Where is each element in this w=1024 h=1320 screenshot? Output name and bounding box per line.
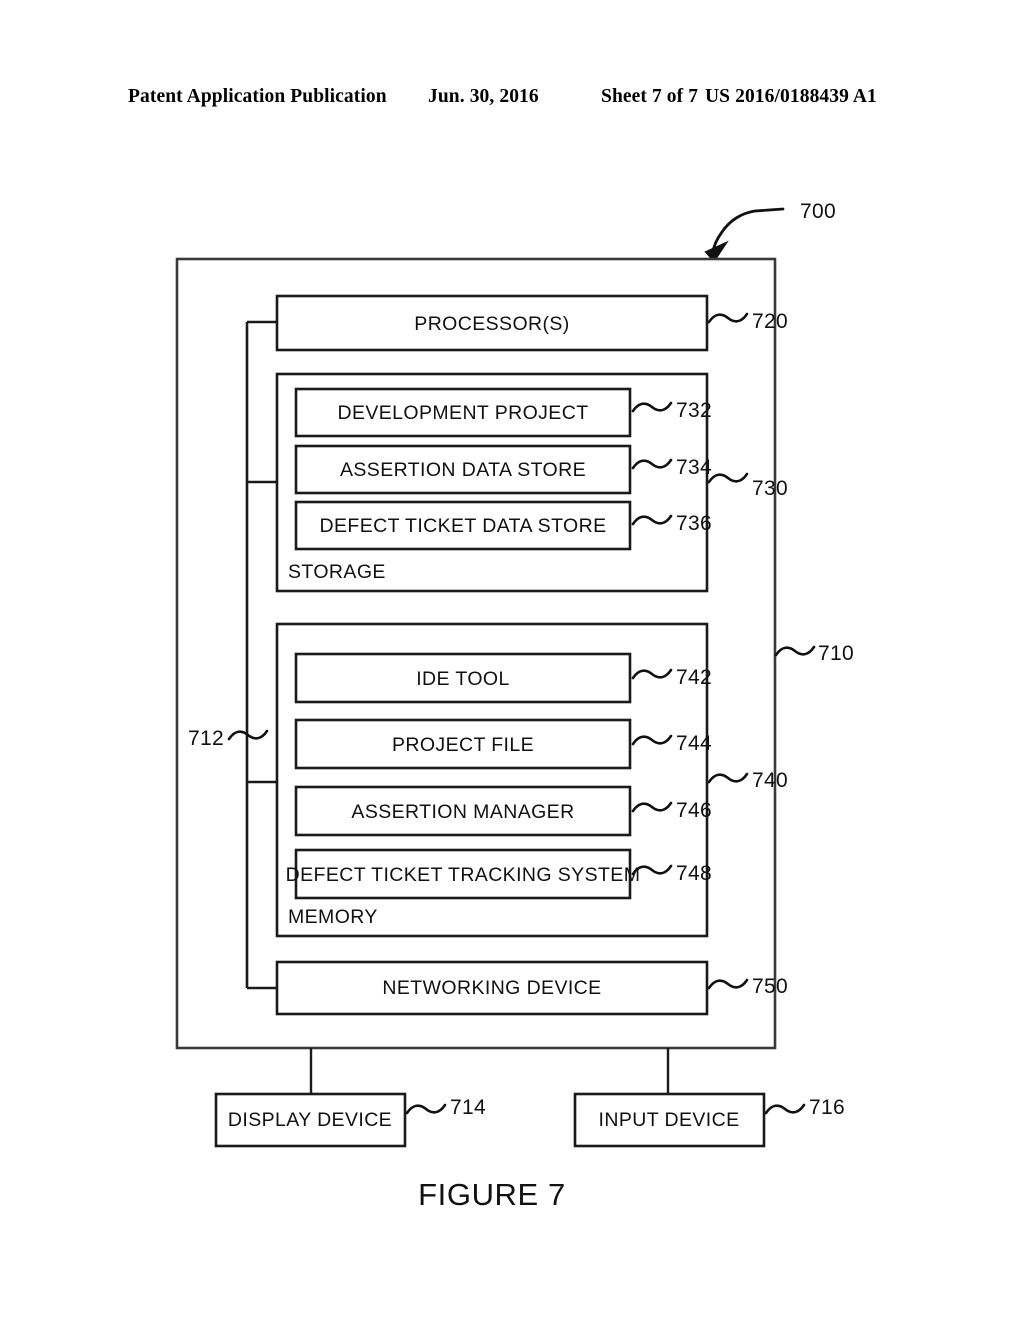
block-assertion-data-store-label: ASSERTION DATA STORE	[340, 459, 586, 481]
ref-720: 720	[752, 310, 788, 333]
ref-710: 710	[818, 642, 854, 665]
block-memory-label: MEMORY	[288, 906, 378, 928]
block-ide-tool-label: IDE TOOL	[416, 668, 510, 690]
block-display-device: DISPLAY DEVICE 714	[214, 1092, 486, 1148]
ref-730: 730	[752, 477, 788, 500]
block-display-device-label: DISPLAY DEVICE	[228, 1109, 392, 1131]
ref-742: 742	[676, 666, 712, 689]
ref-leader-710	[774, 645, 816, 657]
ref-750: 750	[752, 975, 788, 998]
figure-7-diagram: 700 710 712 PROCESSOR(S) 720 STORAGE 730…	[0, 0, 1024, 1320]
ref-748: 748	[676, 862, 712, 885]
ref-736: 736	[676, 512, 712, 535]
block-processor-label: PROCESSOR(S)	[414, 313, 569, 335]
block-assertion-manager-label: ASSERTION MANAGER	[351, 801, 574, 823]
ref-744: 744	[676, 732, 712, 755]
block-input-device-label: INPUT DEVICE	[599, 1109, 740, 1131]
block-development-project-label: DEVELOPMENT PROJECT	[337, 402, 588, 424]
block-input-device: INPUT DEVICE 716	[573, 1092, 845, 1148]
ref-700: 700	[800, 200, 836, 223]
block-defect-ticket-data-store-label: DEFECT TICKET DATA STORE	[320, 515, 607, 537]
ref-734: 734	[676, 456, 712, 479]
ref-740: 740	[752, 769, 788, 792]
ref-732: 732	[676, 399, 712, 422]
block-storage-label: STORAGE	[288, 561, 386, 583]
ref-746: 746	[676, 799, 712, 822]
block-defect-ticket-tracking-system-label: DEFECT TICKET TRACKING SYSTEM	[286, 864, 641, 886]
figure-caption: FIGURE 7	[418, 1177, 566, 1212]
ref-716: 716	[809, 1096, 845, 1119]
ref-712: 712	[188, 727, 224, 750]
block-networking-device-label: NETWORKING DEVICE	[382, 977, 601, 999]
ref-714: 714	[450, 1096, 486, 1119]
block-project-file-label: PROJECT FILE	[392, 734, 534, 756]
system-callout-700: 700	[704, 200, 836, 263]
